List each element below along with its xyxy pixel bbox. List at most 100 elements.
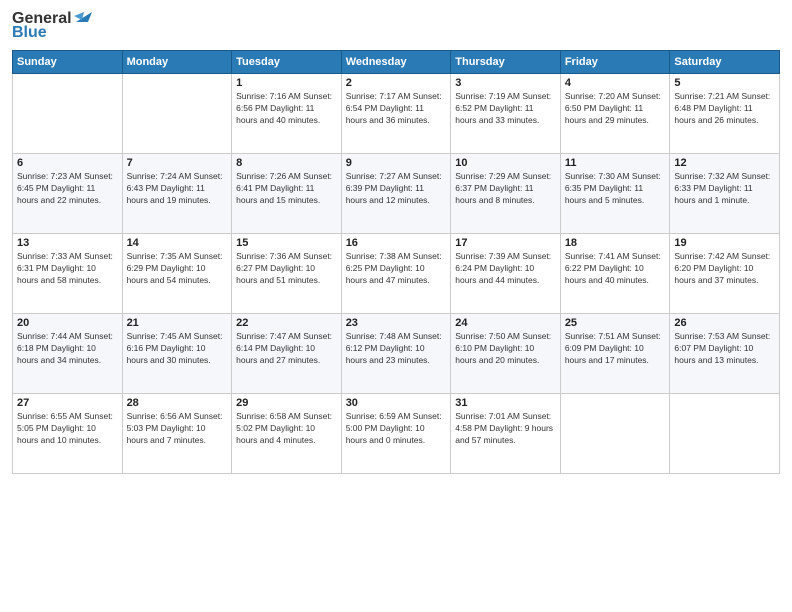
day-cell: 13 Sunrise: 7:33 AM Sunset: 6:31 PM Dayli… <box>13 234 123 314</box>
day-cell: 14 Sunrise: 7:35 AM Sunset: 6:29 PM Dayli… <box>122 234 232 314</box>
weekday-header-row: SundayMondayTuesdayWednesdayThursdayFrid… <box>13 51 780 74</box>
day-number: 12 <box>674 157 775 169</box>
day-cell: 25 Sunrise: 7:51 AM Sunset: 6:09 PM Dayli… <box>560 314 670 394</box>
day-info: Sunrise: 6:56 AM Sunset: 5:03 PM Dayligh… <box>127 411 228 447</box>
day-number: 1 <box>236 77 337 89</box>
day-cell: 9 Sunrise: 7:27 AM Sunset: 6:39 PM Daylig… <box>341 154 451 234</box>
logo-bird-icon <box>74 8 92 22</box>
day-number: 23 <box>346 317 447 329</box>
day-cell: 26 Sunrise: 7:53 AM Sunset: 6:07 PM Dayli… <box>670 314 780 394</box>
day-cell: 18 Sunrise: 7:41 AM Sunset: 6:22 PM Dayli… <box>560 234 670 314</box>
day-info: Sunrise: 7:42 AM Sunset: 6:20 PM Dayligh… <box>674 251 775 287</box>
day-cell: 7Sunrise: 7:24 AM Sunset: 6:43 PM Daylig… <box>122 154 232 234</box>
weekday-tuesday: Tuesday <box>232 51 342 74</box>
day-cell: 6Sunrise: 7:23 AM Sunset: 6:45 PM Daylig… <box>13 154 123 234</box>
day-cell: 20 Sunrise: 7:44 AM Sunset: 6:18 PM Dayli… <box>13 314 123 394</box>
day-info: Sunrise: 7:38 AM Sunset: 6:25 PM Dayligh… <box>346 251 447 287</box>
day-info: Sunrise: 7:41 AM Sunset: 6:22 PM Dayligh… <box>565 251 666 287</box>
logo-container: General Blue <box>12 10 92 42</box>
weekday-sunday: Sunday <box>13 51 123 74</box>
logo-blue-text: Blue <box>12 24 47 42</box>
day-number: 18 <box>565 237 666 249</box>
week-row-4: 20 Sunrise: 7:44 AM Sunset: 6:18 PM Dayli… <box>13 314 780 394</box>
day-cell: 16 Sunrise: 7:38 AM Sunset: 6:25 PM Dayli… <box>341 234 451 314</box>
day-cell <box>670 394 780 474</box>
day-info: Sunrise: 7:29 AM Sunset: 6:37 PM Dayligh… <box>455 171 556 207</box>
day-number: 26 <box>674 317 775 329</box>
day-number: 20 <box>17 317 118 329</box>
day-info: Sunrise: 7:20 AM Sunset: 6:50 PM Dayligh… <box>565 91 666 127</box>
day-cell: 31 Sunrise: 7:01 AM Sunset: 4:58 PM Dayli… <box>451 394 561 474</box>
day-info: Sunrise: 7:24 AM Sunset: 6:43 PM Dayligh… <box>127 171 228 207</box>
weekday-saturday: Saturday <box>670 51 780 74</box>
header: General Blue <box>12 10 780 42</box>
day-number: 8 <box>236 157 337 169</box>
day-number: 27 <box>17 397 118 409</box>
day-number: 24 <box>455 317 556 329</box>
day-cell: 10 Sunrise: 7:29 AM Sunset: 6:37 PM Dayli… <box>451 154 561 234</box>
calendar-header: SundayMondayTuesdayWednesdayThursdayFrid… <box>13 51 780 74</box>
weekday-monday: Monday <box>122 51 232 74</box>
day-number: 11 <box>565 157 666 169</box>
day-info: Sunrise: 7:36 AM Sunset: 6:27 PM Dayligh… <box>236 251 337 287</box>
day-cell <box>560 394 670 474</box>
day-cell: 17 Sunrise: 7:39 AM Sunset: 6:24 PM Dayli… <box>451 234 561 314</box>
day-number: 28 <box>127 397 228 409</box>
week-row-5: 27 Sunrise: 6:55 AM Sunset: 5:05 PM Dayli… <box>13 394 780 474</box>
day-number: 29 <box>236 397 337 409</box>
day-info: Sunrise: 7:33 AM Sunset: 6:31 PM Dayligh… <box>17 251 118 287</box>
day-info: Sunrise: 7:21 AM Sunset: 6:48 PM Dayligh… <box>674 91 775 127</box>
day-cell: 1 Sunrise: 7:16 AM Sunset: 6:56 PM Daylig… <box>232 74 342 154</box>
day-cell: 22 Sunrise: 7:47 AM Sunset: 6:14 PM Dayli… <box>232 314 342 394</box>
day-info: Sunrise: 7:39 AM Sunset: 6:24 PM Dayligh… <box>455 251 556 287</box>
day-number: 16 <box>346 237 447 249</box>
day-number: 17 <box>455 237 556 249</box>
day-number: 4 <box>565 77 666 89</box>
day-number: 3 <box>455 77 556 89</box>
day-info: Sunrise: 7:44 AM Sunset: 6:18 PM Dayligh… <box>17 331 118 367</box>
day-info: Sunrise: 7:53 AM Sunset: 6:07 PM Dayligh… <box>674 331 775 367</box>
day-cell: 12 Sunrise: 7:32 AM Sunset: 6:33 PM Dayli… <box>670 154 780 234</box>
day-cell: 3 Sunrise: 7:19 AM Sunset: 6:52 PM Daylig… <box>451 74 561 154</box>
day-info: Sunrise: 7:01 AM Sunset: 4:58 PM Dayligh… <box>455 411 556 447</box>
day-info: Sunrise: 7:30 AM Sunset: 6:35 PM Dayligh… <box>565 171 666 207</box>
day-cell: 15Sunrise: 7:36 AM Sunset: 6:27 PM Dayli… <box>232 234 342 314</box>
week-row-1: 1 Sunrise: 7:16 AM Sunset: 6:56 PM Daylig… <box>13 74 780 154</box>
day-cell: 2 Sunrise: 7:17 AM Sunset: 6:54 PM Daylig… <box>341 74 451 154</box>
day-cell: 5 Sunrise: 7:21 AM Sunset: 6:48 PM Daylig… <box>670 74 780 154</box>
day-cell: 30 Sunrise: 6:59 AM Sunset: 5:00 PM Dayli… <box>341 394 451 474</box>
day-number: 31 <box>455 397 556 409</box>
calendar-page: General Blue SundayMondayTuesdayWednesda… <box>0 0 792 612</box>
day-number: 19 <box>674 237 775 249</box>
day-cell <box>122 74 232 154</box>
day-cell: 23Sunrise: 7:48 AM Sunset: 6:12 PM Dayli… <box>341 314 451 394</box>
logo: General Blue <box>12 10 92 42</box>
day-number: 30 <box>346 397 447 409</box>
day-info: Sunrise: 6:55 AM Sunset: 5:05 PM Dayligh… <box>17 411 118 447</box>
day-number: 5 <box>674 77 775 89</box>
day-info: Sunrise: 7:17 AM Sunset: 6:54 PM Dayligh… <box>346 91 447 127</box>
day-number: 14 <box>127 237 228 249</box>
weekday-thursday: Thursday <box>451 51 561 74</box>
day-info: Sunrise: 7:32 AM Sunset: 6:33 PM Dayligh… <box>674 171 775 207</box>
day-number: 25 <box>565 317 666 329</box>
day-info: Sunrise: 7:16 AM Sunset: 6:56 PM Dayligh… <box>236 91 337 127</box>
day-cell: 8Sunrise: 7:26 AM Sunset: 6:41 PM Daylig… <box>232 154 342 234</box>
day-info: Sunrise: 7:27 AM Sunset: 6:39 PM Dayligh… <box>346 171 447 207</box>
day-cell: 27 Sunrise: 6:55 AM Sunset: 5:05 PM Dayli… <box>13 394 123 474</box>
day-cell: 11 Sunrise: 7:30 AM Sunset: 6:35 PM Dayli… <box>560 154 670 234</box>
day-info: Sunrise: 7:51 AM Sunset: 6:09 PM Dayligh… <box>565 331 666 367</box>
day-info: Sunrise: 6:59 AM Sunset: 5:00 PM Dayligh… <box>346 411 447 447</box>
day-number: 2 <box>346 77 447 89</box>
day-number: 6 <box>17 157 118 169</box>
day-cell: 19 Sunrise: 7:42 AM Sunset: 6:20 PM Dayli… <box>670 234 780 314</box>
day-number: 13 <box>17 237 118 249</box>
day-cell: 29Sunrise: 6:58 AM Sunset: 5:02 PM Dayli… <box>232 394 342 474</box>
day-info: Sunrise: 7:19 AM Sunset: 6:52 PM Dayligh… <box>455 91 556 127</box>
day-info: Sunrise: 7:35 AM Sunset: 6:29 PM Dayligh… <box>127 251 228 287</box>
day-number: 10 <box>455 157 556 169</box>
day-info: Sunrise: 7:47 AM Sunset: 6:14 PM Dayligh… <box>236 331 337 367</box>
day-number: 21 <box>127 317 228 329</box>
day-number: 22 <box>236 317 337 329</box>
day-number: 9 <box>346 157 447 169</box>
